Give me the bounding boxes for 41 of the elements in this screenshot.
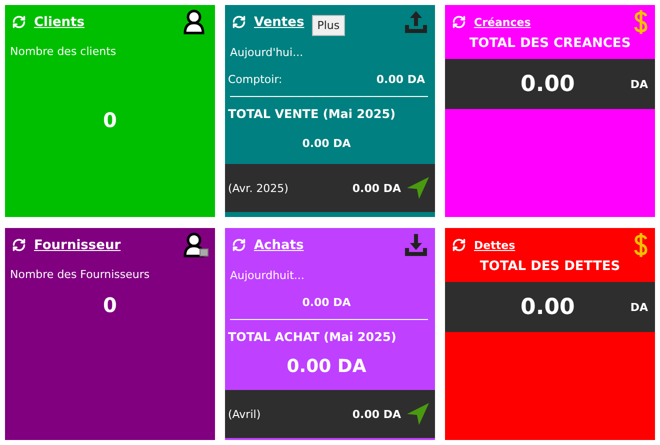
upload-icon[interactable] [403, 9, 429, 35]
tile-title-link[interactable]: Fournisseur [34, 238, 121, 252]
count-label: Nombre des clients [9, 45, 118, 58]
tile-title-link[interactable]: Achats [254, 238, 304, 252]
total-amount: 0.00 [520, 294, 576, 320]
total-amount: 0.00 [520, 72, 576, 96]
refresh-icon[interactable] [452, 238, 466, 252]
tile-title-link[interactable]: Créances [474, 16, 531, 28]
download-icon[interactable] [403, 232, 429, 258]
total-title: TOTAL DES DETTES [478, 259, 622, 274]
total-amount: 0.00 DA [286, 356, 366, 377]
today-label: Aujourdhuit... [229, 269, 306, 282]
currency-label: DA [630, 300, 648, 314]
plus-button[interactable]: Plus [312, 14, 345, 36]
navigation-arrow-icon[interactable] [407, 177, 429, 199]
refresh-icon[interactable] [232, 238, 246, 252]
previous-period-label: (Avril) [228, 408, 261, 420]
tile-title-link[interactable]: Clients [34, 14, 84, 30]
total-title: TOTAL DES CREANCES [468, 36, 632, 51]
today-row-label: Comptoir: [228, 73, 282, 86]
previous-period-label: (Avr. 2025) [228, 182, 288, 194]
dollar-icon [633, 232, 649, 258]
refresh-icon[interactable] [232, 15, 246, 29]
today-amount: 0.00 DA [302, 296, 351, 309]
today-label: Aujourd'hui... [229, 46, 304, 59]
previous-amount: 0.00 DA [352, 182, 401, 194]
total-amount: 0.00 DA [302, 137, 351, 150]
previous-amount: 0.00 DA [352, 408, 401, 420]
total-title: TOTAL VENTE (Mai 2025) [228, 107, 396, 121]
person-box-icon [183, 232, 209, 258]
tile-title-link[interactable]: Ventes [254, 14, 304, 30]
navigation-arrow-icon[interactable] [407, 403, 429, 425]
count-value: 0 [102, 293, 118, 317]
count-label: Nombre des Fournisseurs [9, 268, 151, 281]
today-amount: 0.00 DA [376, 73, 425, 86]
refresh-icon[interactable] [12, 238, 26, 252]
dollar-icon [633, 9, 649, 35]
currency-label: DA [630, 78, 648, 90]
total-title: TOTAL ACHAT (Mai 2025) [228, 330, 396, 344]
count-value: 0 [102, 108, 118, 132]
tile-title-link[interactable]: Dettes [474, 238, 516, 252]
